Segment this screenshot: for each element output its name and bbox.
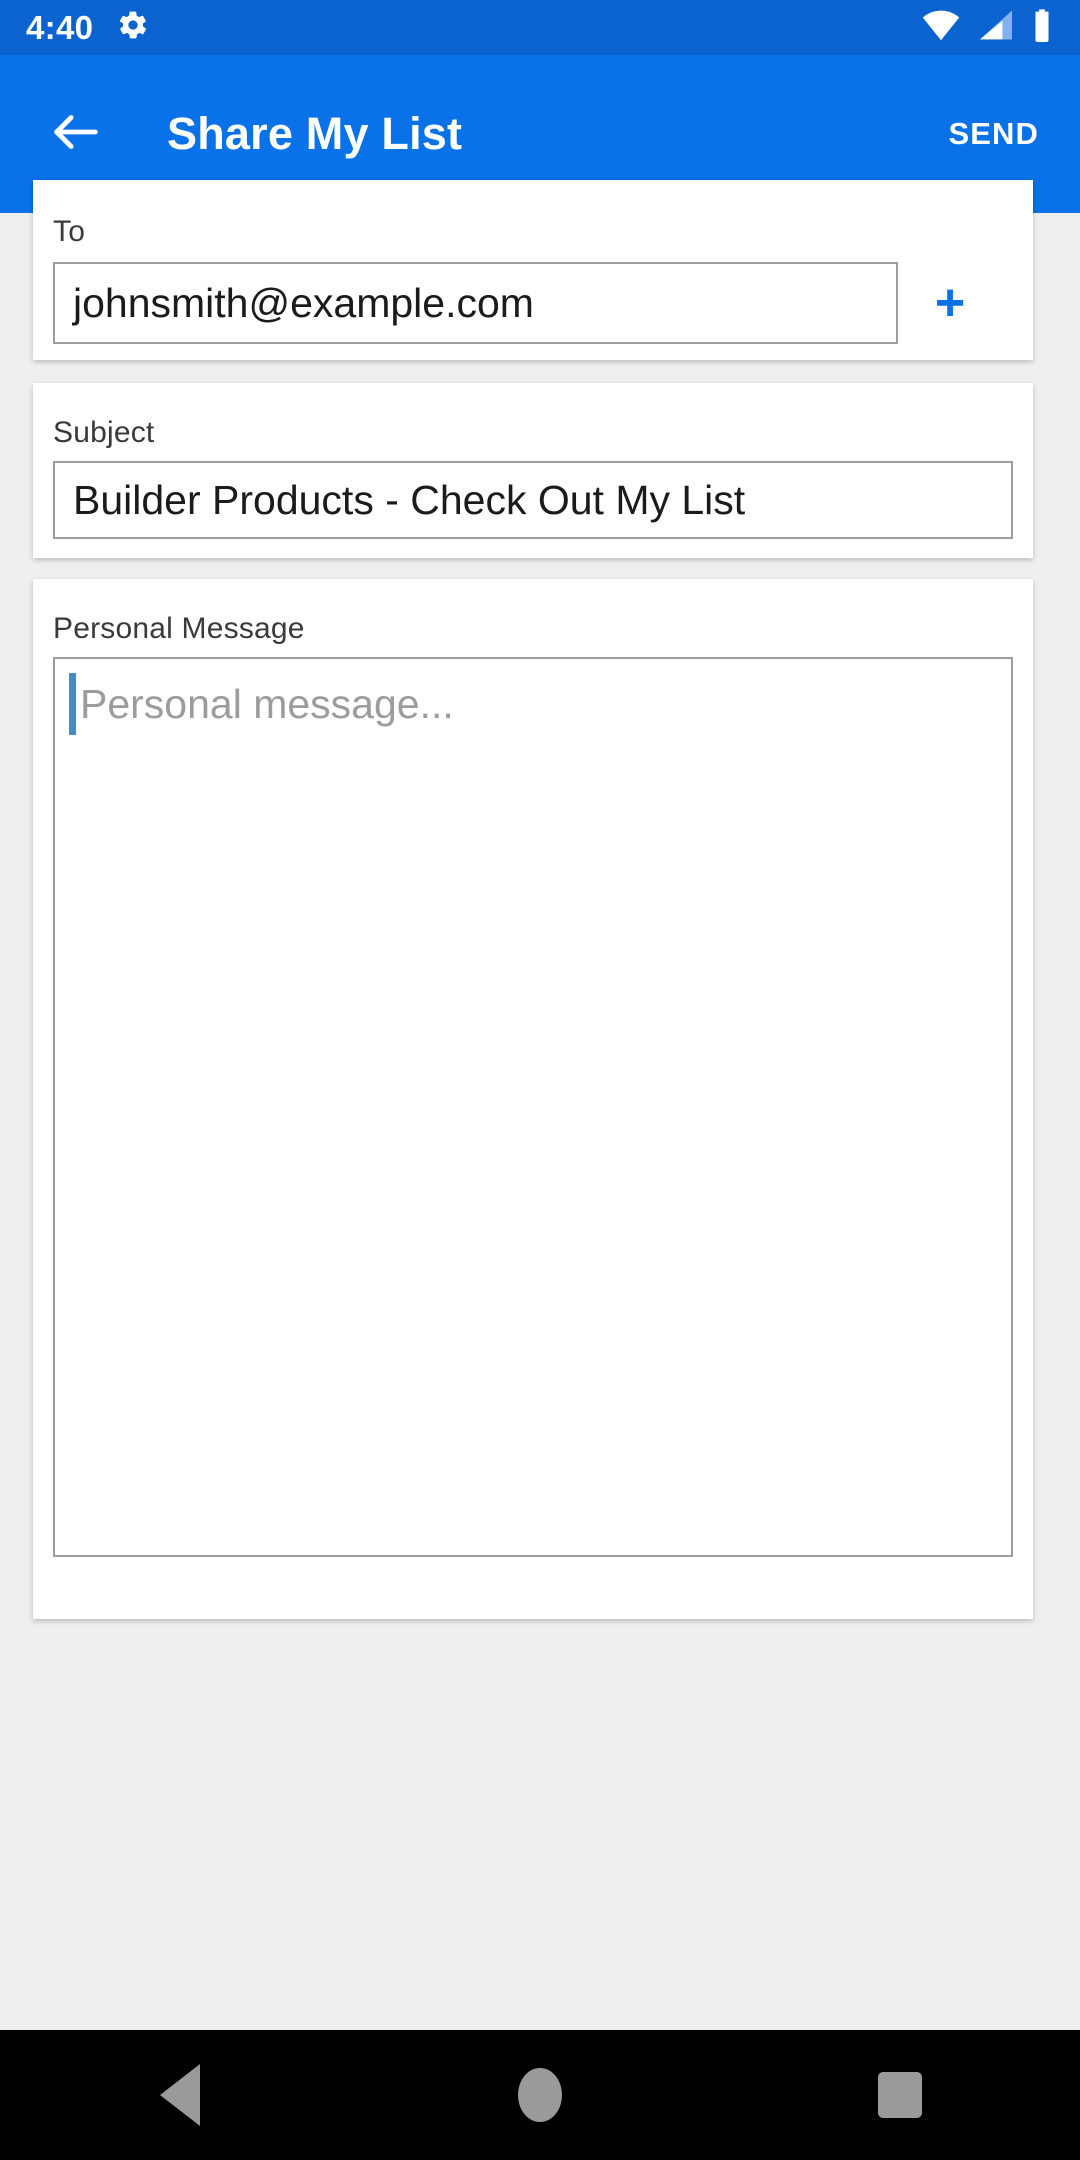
signal-cellular-icon [976, 9, 1016, 46]
subject-input[interactable]: Builder Products - Check Out My List [53, 461, 1013, 539]
to-field-row: johnsmith@example.com + [53, 262, 1013, 344]
app-root: 4:40 Share My List SEND To johnsmith@exa… [0, 0, 1080, 2160]
nav-back-icon [160, 2064, 200, 2126]
android-navigation-bar [0, 2030, 1080, 2160]
status-time: 4:40 [26, 8, 94, 46]
message-textarea[interactable]: Personal message... [53, 657, 1013, 1557]
to-field-card: To johnsmith@example.com + [33, 180, 1033, 360]
nav-recents-button[interactable] [815, 2030, 985, 2160]
message-field-card: Personal Message Personal message... [33, 579, 1033, 1619]
to-input[interactable]: johnsmith@example.com [53, 262, 898, 344]
status-bar: 4:40 [0, 0, 1080, 55]
nav-home-button[interactable] [455, 2030, 625, 2160]
back-button[interactable] [33, 91, 119, 177]
subject-field-card: Subject Builder Products - Check Out My … [33, 383, 1033, 558]
nav-home-icon [518, 2068, 562, 2122]
add-recipient-button[interactable]: + [898, 262, 1002, 344]
gear-icon [117, 9, 149, 46]
status-bar-left: 4:40 [26, 9, 149, 47]
plus-icon: + [934, 274, 966, 332]
to-field-label: To [53, 215, 86, 248]
message-placeholder: Personal message... [80, 681, 454, 727]
nav-back-button[interactable] [95, 2030, 265, 2160]
text-caret [69, 673, 76, 735]
arrow-back-icon [47, 103, 105, 166]
status-bar-right [920, 8, 1054, 47]
page-title: Share My List [167, 108, 463, 159]
wifi-icon [920, 9, 962, 46]
nav-recents-icon [878, 2072, 922, 2118]
message-field-label: Personal Message [53, 612, 305, 645]
form-content: To johnsmith@example.com + Subject Build… [0, 180, 1080, 2030]
send-button[interactable]: SEND [940, 102, 1047, 166]
subject-field-label: Subject [53, 416, 155, 449]
battery-full-icon [1030, 8, 1054, 47]
